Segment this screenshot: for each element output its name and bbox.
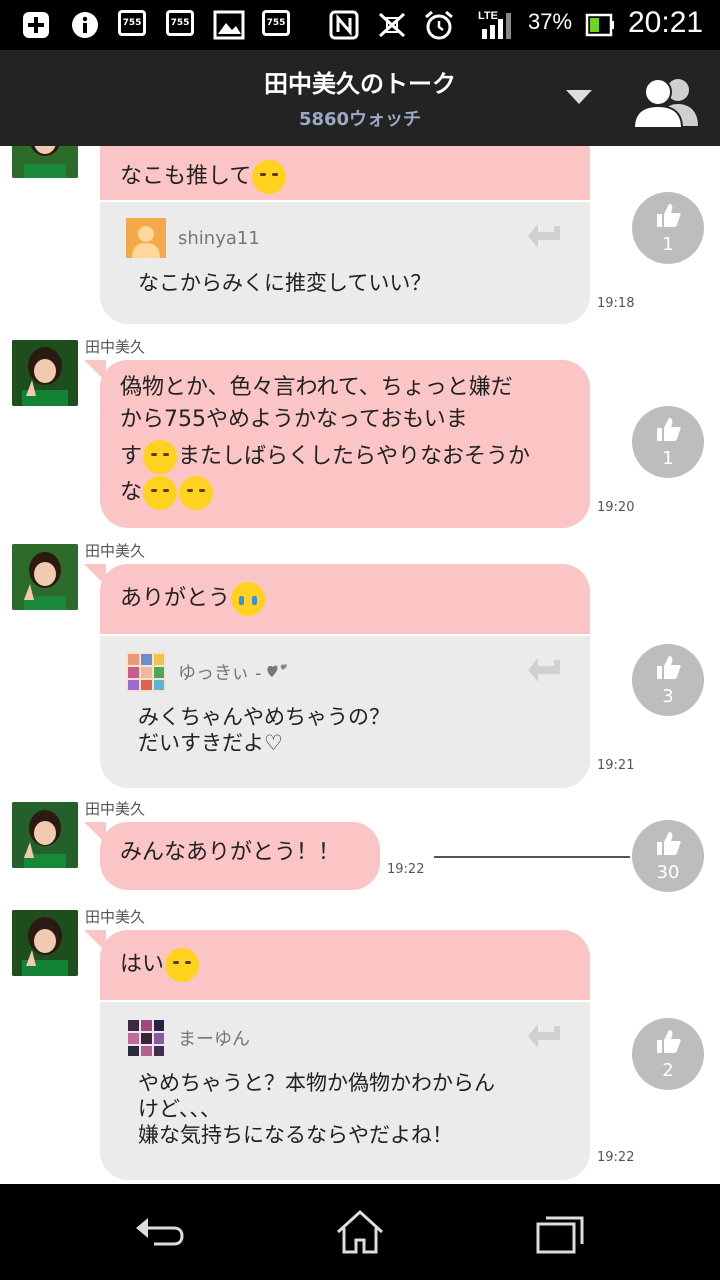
alarm-icon — [422, 10, 456, 40]
message-bubble[interactable]: なこも推して shinya11 なこからみくに推変していい？ — [100, 146, 590, 324]
signal-icon: LTE — [476, 10, 516, 40]
quoted-message: まーゆん やめちゃうと？本物か偽物かわからん けど、、、 嫌な気持ちになるならや… — [100, 1000, 590, 1166]
quote-avatar[interactable] — [126, 1018, 166, 1058]
hearts-icon — [266, 661, 290, 683]
info-icon — [70, 10, 100, 40]
like-button[interactable]: 2 — [632, 1018, 704, 1090]
recent-apps-icon[interactable] — [530, 1204, 590, 1260]
like-button[interactable]: 30 — [632, 820, 704, 892]
quote-username[interactable]: ゆっきぃ - — [178, 659, 262, 685]
quote-text: やめちゃうと？本物か偽物かわからん けど、、、 嫌な気持ちになるならやだよね！ — [138, 1071, 495, 1147]
message-time: 19:18 — [597, 296, 635, 311]
sender-name: 田中美久 — [85, 800, 146, 818]
quote-avatar[interactable] — [126, 218, 166, 258]
quote-avatar[interactable] — [126, 652, 166, 692]
quote-username[interactable]: まーゆん — [178, 1025, 250, 1051]
message-bubble[interactable]: はい まーゆん やめちゃうと？本物か偽物かわからん けど、、、 嫌な気持ちになる… — [100, 930, 590, 1180]
reply-icon[interactable] — [526, 222, 564, 252]
caret-down-icon[interactable] — [566, 90, 592, 104]
app-755-icon: 755 — [166, 10, 194, 36]
message-text: なこも推して — [100, 146, 590, 200]
sleepy-face-icon — [252, 160, 287, 194]
frown-face-icon — [179, 476, 214, 510]
battery-icon — [584, 10, 616, 40]
app-header: 田中美久のトーク 5860ウォッチ — [0, 50, 720, 146]
like-button[interactable]: 3 — [632, 644, 704, 716]
nfc-icon — [328, 10, 360, 40]
app-755-icon: 755 — [262, 10, 290, 36]
message-text: ありがとう — [100, 564, 590, 634]
message-bubble[interactable]: みんなありがとう！！ — [100, 822, 380, 890]
quote-username[interactable]: shinya11 — [178, 228, 260, 249]
home-icon[interactable] — [330, 1204, 390, 1260]
image-icon — [212, 10, 246, 40]
quoted-message: ゆっきぃ - みくちゃんやめちゃうの？ だいすきだよ♡ — [100, 634, 590, 774]
message-time: 19:22 — [387, 862, 425, 877]
avatar[interactable] — [12, 544, 78, 610]
sender-name: 田中美久 — [85, 338, 146, 356]
avatar[interactable] — [12, 340, 78, 406]
like-button[interactable]: 1 — [632, 406, 704, 478]
message-bubble[interactable]: 偽物とか、色々言われて、ちょっと嫌だ から755やめようかなっておもいま すまた… — [100, 360, 590, 528]
reply-icon[interactable] — [526, 656, 564, 686]
members-icon[interactable] — [630, 72, 704, 130]
app-755-icon: 755 — [118, 10, 146, 36]
frown-face-icon — [143, 476, 178, 510]
message-text: 偽物とか、色々言われて、ちょっと嫌だ から755やめようかなっておもいま すまた… — [100, 360, 590, 510]
sweat-face-icon — [165, 948, 200, 982]
like-divider — [434, 856, 630, 858]
quote-text: みくちゃんやめちゃうの？ だいすきだよ♡ — [138, 705, 390, 755]
chat-area[interactable]: なこも推して shinya11 なこからみくに推変していい？ 19:18 1 田… — [0, 146, 720, 1184]
sad-face-icon — [143, 440, 178, 474]
message-text: はい — [100, 930, 590, 1000]
avatar[interactable] — [12, 802, 78, 868]
sender-name: 田中美久 — [85, 908, 146, 926]
sender-name: 田中美久 — [85, 542, 146, 560]
svg-text:LTE: LTE — [478, 10, 498, 22]
message-time: 19:20 — [597, 500, 635, 515]
avatar[interactable] — [12, 910, 78, 976]
quoted-message: shinya11 なこからみくに推変していい？ — [100, 200, 590, 314]
vibrate-off-icon — [376, 10, 408, 40]
navigation-bar — [0, 1184, 720, 1280]
message-time: 19:21 — [597, 758, 635, 773]
page-title: 田中美久のトーク — [264, 70, 456, 98]
avatar[interactable] — [12, 146, 78, 178]
message-text: みんなありがとう！！ — [100, 822, 380, 870]
crying-face-icon — [231, 582, 266, 616]
back-icon[interactable] — [130, 1204, 190, 1260]
watch-count[interactable]: 5860ウォッチ — [0, 105, 720, 131]
clock: 20:21 — [628, 6, 704, 39]
message-time: 19:22 — [597, 1150, 635, 1165]
quote-text: なこからみくに推変していい？ — [138, 271, 432, 295]
like-button[interactable]: 1 — [632, 192, 704, 264]
plus-icon — [20, 10, 52, 40]
message-bubble[interactable]: ありがとう ゆっきぃ - みくちゃんやめちゃうの？ だいすきだよ♡ — [100, 564, 590, 788]
battery-percent: 37% — [528, 9, 573, 34]
reply-icon[interactable] — [526, 1022, 564, 1052]
status-bar: 755 755 755 LTE 37% 20:21 — [0, 0, 720, 50]
